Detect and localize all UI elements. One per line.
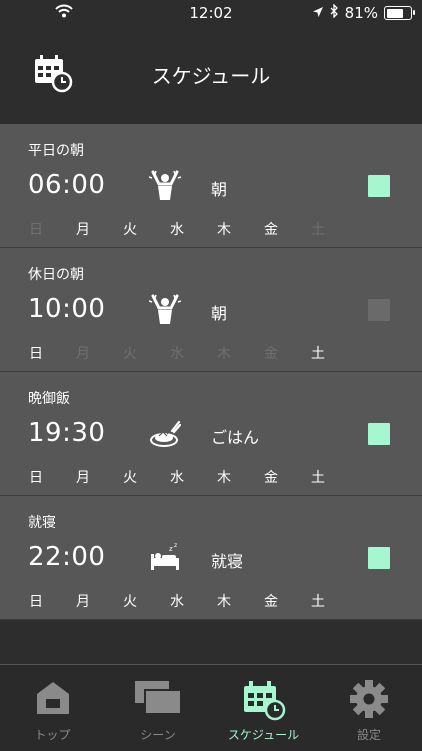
schedule-enable-toggle[interactable]	[368, 299, 390, 321]
sleep-icon: zz	[149, 542, 181, 574]
weekday-label: 月	[76, 346, 90, 362]
wake-up-icon	[148, 294, 182, 326]
weekday-label: 土	[311, 594, 325, 610]
weekday-label: 金	[264, 346, 278, 362]
schedule-name: 平日の朝	[28, 143, 84, 159]
wake-up-icon	[148, 170, 182, 202]
weekday-label: 火	[123, 222, 137, 238]
header: スケジュール	[0, 26, 422, 124]
tab-home[interactable]: トップ	[0, 665, 105, 751]
schedule-list: 平日の朝 06:00 朝 日月火水木金土 休日の朝 10:00 朝 日月火水木金…	[0, 124, 422, 620]
weekday-row: 日月火水木金土	[28, 343, 328, 363]
battery-icon	[384, 6, 415, 20]
settings-gear-icon	[317, 679, 422, 719]
meal-icon	[149, 418, 182, 450]
weekday-label: 水	[170, 346, 184, 362]
schedule-item[interactable]: 就寝 22:00 zz 就寝 日 月 火 水 木 金 土	[0, 496, 422, 620]
status-bar: 12:02 81%	[0, 0, 422, 26]
weekday-label: 木	[217, 470, 231, 486]
home-icon	[0, 679, 105, 717]
weekday-label: 火	[123, 346, 137, 362]
weekday-label: 日	[29, 346, 43, 362]
weekday-label: 木	[217, 222, 231, 238]
weekday-label: 火	[123, 470, 137, 486]
schedule-time: 22:00	[28, 542, 106, 572]
schedule-enable-toggle[interactable]	[368, 175, 390, 197]
weekday-label: 火	[123, 594, 137, 610]
location-arrow-icon	[312, 4, 324, 22]
schedule-item[interactable]: 晩御飯 19:30 ごはん 日 月 火 水 木 金 土	[0, 372, 422, 496]
tab-settings-gear[interactable]: 設定	[317, 665, 422, 751]
tab-label: シーン	[140, 728, 176, 742]
weekday-label: 金	[264, 594, 278, 610]
schedule-name: 就寝	[28, 515, 56, 531]
weekday-label: 月	[76, 470, 90, 486]
scenes-icon	[106, 679, 211, 717]
tab-label: スケジュール	[227, 728, 300, 742]
page-title: スケジュール	[151, 64, 271, 88]
weekday-label: 日	[29, 470, 43, 486]
weekday-label: 金	[264, 222, 278, 238]
scene-name: ごはん	[211, 428, 260, 447]
tab-scenes[interactable]: シーン	[106, 665, 211, 751]
weekday-label: 土	[311, 222, 325, 238]
schedule-name: 晩御飯	[28, 391, 70, 407]
weekday-label: 日	[29, 594, 43, 610]
tab-schedule[interactable]: スケジュール	[211, 665, 316, 751]
weekday-row: 日月火水木金土	[28, 591, 328, 611]
tab-label: トップ	[34, 728, 71, 742]
weekday-label: 土	[311, 470, 325, 486]
tab-bar: トップ シーン スケジュール 設定	[0, 664, 422, 751]
schedule-name: 休日の朝	[28, 267, 84, 283]
schedule-enable-toggle[interactable]	[368, 423, 390, 445]
schedule-item[interactable]: 休日の朝 10:00 朝 日 月 火 水 木 金 土	[0, 248, 422, 372]
weekday-label: 木	[217, 346, 231, 362]
weekday-label: 金	[264, 470, 278, 486]
schedule-time: 06:00	[28, 170, 106, 200]
scene-name: 就寝	[211, 552, 244, 571]
svg-text:z: z	[174, 542, 177, 549]
weekday-label: 土	[311, 346, 325, 362]
weekday-row: 日月火水木金土	[28, 219, 328, 239]
weekday-label: 木	[217, 594, 231, 610]
weekday-label: 月	[76, 222, 90, 238]
weekday-label: 水	[170, 222, 184, 238]
schedule-item[interactable]: 平日の朝 06:00 朝 日 月 火 水 木 金 土	[0, 124, 422, 248]
scene-name: 朝	[211, 304, 228, 323]
weekday-row: 日月火水木金土	[28, 467, 328, 487]
svg-text:z: z	[169, 545, 173, 553]
weekday-label: 月	[76, 594, 90, 610]
weekday-label: 水	[170, 594, 184, 610]
scene-name: 朝	[211, 180, 228, 199]
schedule-time: 10:00	[28, 294, 106, 324]
bluetooth-icon	[330, 3, 339, 22]
weekday-label: 水	[170, 470, 184, 486]
schedule-time: 19:30	[28, 418, 106, 448]
tab-label: 設定	[356, 728, 381, 742]
weekday-label: 日	[29, 222, 43, 238]
schedule-icon	[211, 679, 316, 721]
battery-percent: 81%	[344, 4, 378, 22]
schedule-enable-toggle[interactable]	[368, 547, 390, 569]
